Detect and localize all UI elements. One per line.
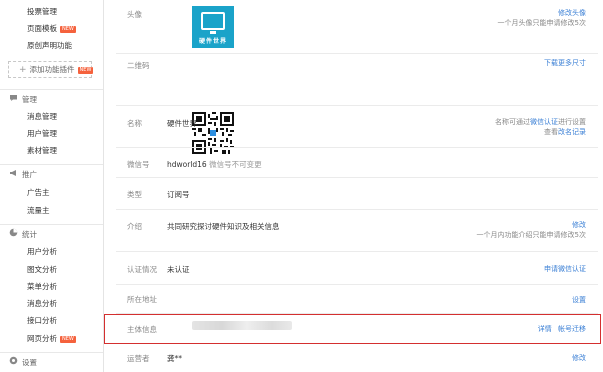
pie-chart-icon [8,228,18,242]
row-name: 名称 硬件世界 名称可通过微信认证进行设置 查看改名记录 [116,106,598,148]
plus-icon: + [19,65,27,75]
row-entity-info: 主体信息 详情 帐号迁移 [116,314,598,344]
section-divider [0,352,103,353]
intro-value: 共同研究探讨硬件知识及相关信息 [167,222,280,231]
add-plugin-button[interactable]: + 添加功能插件 NEW [8,61,94,78]
qrcode-label: 二维码 [127,61,150,70]
sidebar-item-traffic-owner[interactable]: 流量主 [27,203,50,219]
wechat-id-note: 微信号不可变更 [209,160,262,169]
sidebar: 投票管理 页面模板 NEW 原创声明功能 + 添加功能插件 NEW 管理 消息管理 用… [0,0,104,372]
account-info-panel: 头像 硬件世界 修改头像 一个月头像只能申请修改5次 二维码 下载更多尺寸 名称… [116,0,598,372]
wechat-id-label: 微信号 [127,160,150,169]
entity-actions: 详情 帐号迁移 [538,324,586,334]
new-badge: NEW [60,336,76,343]
sidebar-item-menu-analytics[interactable]: 菜单分析 [27,279,57,295]
sidebar-item-original-declaration[interactable]: 原创声明功能 [27,38,72,54]
new-badge: NEW [60,26,76,33]
account-migration-link[interactable]: 帐号迁移 [558,325,586,333]
sidebar-item-article-analytics[interactable]: 图文分析 [27,262,57,278]
sidebar-item-user-management[interactable]: 用户管理 [27,126,57,142]
avatar: 硬件世界 [192,6,234,48]
avatar-brand-text: 硬件世界 [198,38,227,45]
apply-verification-link[interactable]: 申请微信认证 [544,264,586,274]
sidebar-item-api-analytics[interactable]: 接口分析 [27,313,57,329]
name-note: 名称可通过微信认证进行设置 查看改名记录 [495,118,586,136]
qrcode-actions: 下载更多尺寸 [544,58,586,68]
row-intro: 介绍 共同研究探讨硬件知识及相关信息 修改 一个月内功能介绍只能申请修改5次 [116,210,598,252]
intro-note: 一个月内功能介绍只能申请修改5次 [476,231,586,239]
name-label: 名称 [127,119,142,128]
section-header-statistics: 统计 [8,228,37,242]
section-header-promotion: 推广 [8,168,37,182]
entity-label: 主体信息 [127,325,157,334]
section-divider [0,89,103,90]
entity-details-link[interactable]: 详情 [538,325,552,333]
set-address-link[interactable]: 设置 [572,295,586,305]
avatar-actions: 修改头像 一个月头像只能申请修改5次 [498,8,586,28]
sidebar-item-message-analytics[interactable]: 消息分析 [27,296,57,312]
intro-actions: 修改 一个月内功能介绍只能申请修改5次 [477,220,586,240]
wechat-id-value: hdworld16 微信号不可变更 [167,160,262,169]
type-value: 订阅号 [167,190,190,199]
row-type: 类型 订阅号 [116,178,598,210]
sidebar-item-user-analytics[interactable]: 用户分析 [27,244,57,260]
operator-label: 运营者 [127,354,150,363]
operator-actions: 修改 [572,353,586,363]
rename-history-link[interactable]: 改名记录 [558,128,586,136]
sidebar-item-vote-management[interactable]: 投票管理 [27,4,57,20]
wechat-verify-link[interactable]: 微信认证 [530,118,558,126]
redacted-entity-value [192,321,292,330]
change-avatar-link[interactable]: 修改头像 [498,8,586,18]
section-divider [0,164,103,165]
avatar-label: 头像 [127,10,142,19]
row-address: 所在地址 设置 [116,285,598,314]
row-qrcode: 二维码 下载更多尺寸 [116,54,598,154]
address-label: 所在地址 [127,295,157,304]
section-header-manage: 管理 [8,93,37,107]
download-sizes-link[interactable]: 下载更多尺寸 [544,58,586,68]
new-badge: NEW [77,67,94,74]
intro-label: 介绍 [127,222,142,231]
operator-value: 龚** [167,354,182,363]
row-wechat-id: 微信号 hdworld16 微信号不可变更 [116,148,598,178]
verification-value: 未认证 [167,265,190,274]
address-actions: 设置 [572,295,586,305]
sidebar-item-message-management[interactable]: 消息管理 [27,109,57,125]
sidebar-item-page-template[interactable]: 页面模板 NEW [27,21,76,37]
row-verification: 认证情况 未认证 申请微信认证 [116,252,598,285]
verification-actions: 申请微信认证 [544,264,586,274]
section-header-settings[interactable]: 设置 [8,356,37,370]
sidebar-item-webpage-analytics[interactable]: 网页分析 NEW [27,331,76,347]
gear-icon [8,356,18,370]
section-divider [0,224,103,225]
sidebar-item-advertiser[interactable]: 广告主 [27,185,50,201]
megaphone-icon [8,168,18,182]
avatar-note: 一个月头像只能申请修改5次 [497,19,586,27]
name-value: 硬件世界 [167,119,197,128]
verification-label: 认证情况 [127,265,157,274]
sidebar-item-material-management[interactable]: 素材管理 [27,143,57,159]
monitor-icon [201,12,225,34]
edit-operator-link[interactable]: 修改 [572,353,586,363]
speech-bubble-icon [8,93,18,107]
row-avatar: 头像 硬件世界 修改头像 一个月头像只能申请修改5次 [116,0,598,54]
edit-intro-link[interactable]: 修改 [477,220,586,230]
type-label: 类型 [127,190,142,199]
row-operator: 运营者 龚** 修改 [116,344,598,372]
